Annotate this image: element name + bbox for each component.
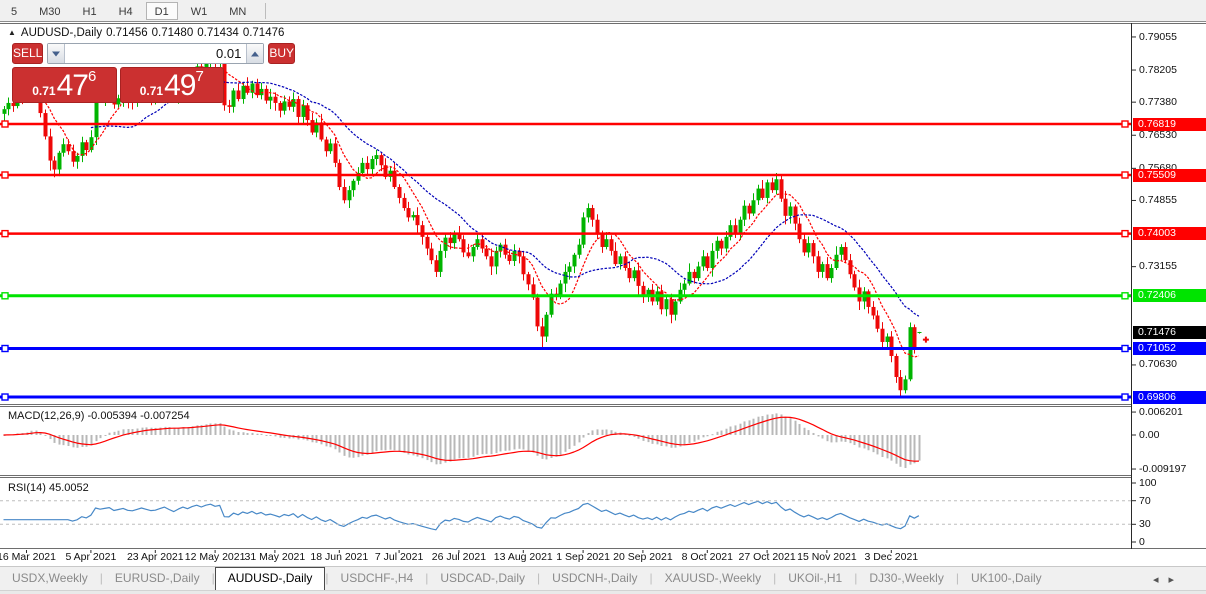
price-line-label: 0.72406 (1133, 289, 1206, 303)
chart-tab-bar: USDX,Weekly | EURUSD-,Daily | AUDUSD-,Daily |… (0, 566, 1206, 590)
price-tick: 0.70630 (1139, 358, 1177, 371)
chart-title: ▲ AUDUSD-,Daily 0.71456 0.71480 0.71434 0.714… (8, 27, 284, 39)
status-strip (0, 590, 1206, 594)
rsi-layer (3, 500, 920, 531)
sell-price-big: 47 (56, 69, 89, 102)
chevron-down-icon (52, 51, 61, 56)
rsi-label: RSI(14) 45.0052 (8, 482, 89, 494)
price-tick: 0.79055 (1139, 30, 1177, 43)
price-line-label: 0.75509 (1133, 168, 1206, 182)
buy-button[interactable]: BUY (268, 43, 296, 64)
rsi-tick: 0 (1139, 536, 1145, 548)
macd-tick: 0.006201 (1139, 406, 1183, 419)
line-handle[interactable] (1, 171, 9, 179)
mt4-window: 5 M30 H1 H4 D1 W1 MN ▲ AUDUSD-,Daily 0.71456 0.71… (0, 0, 1206, 594)
macd-signal-value: -0.007254 (140, 410, 190, 422)
date-label: 16 Mar 2021 (0, 551, 56, 563)
tab-xauusd-weekly[interactable]: XAUUSD-,Weekly (653, 567, 773, 590)
collapse-arrow-icon[interactable]: ▲ (8, 28, 16, 37)
buy-price-pip: 7 (195, 68, 204, 85)
line-handle[interactable] (1121, 292, 1129, 300)
line-handle[interactable] (1121, 229, 1129, 238)
line-handle[interactable] (1, 229, 9, 238)
line-handle[interactable] (1, 292, 9, 300)
timeframe-button-5[interactable]: 5 (2, 2, 26, 20)
price-tick: 0.74855 (1139, 194, 1177, 206)
price-tick: 0.78205 (1139, 63, 1177, 76)
macd-tick: 0.00 (1139, 429, 1160, 441)
timeframe-button-H4[interactable]: H4 (110, 2, 142, 20)
tab-scroll-left-button[interactable]: ◂ (1153, 573, 1159, 586)
price-tick: 0.73155 (1139, 260, 1177, 273)
date-label: 26 Jul 2021 (431, 551, 487, 563)
sell-quote-button[interactable]: 0.71 47 6 (12, 67, 117, 103)
macd-main-value: -0.005394 (87, 410, 138, 422)
toolbar-separator (265, 2, 267, 19)
rsi-tick: 70 (1139, 494, 1151, 507)
lot-increase-button[interactable] (246, 44, 264, 63)
line-handle[interactable] (1, 344, 9, 353)
sell-price-pip: 6 (87, 68, 97, 85)
ohlc-close: 0.71476 (242, 27, 285, 39)
ohlc-high: 0.71480 (151, 27, 194, 39)
date-label: 3 Dec 2021 (864, 551, 919, 563)
current-price-label: 0.71476 (1133, 325, 1206, 339)
horizontal-lines (0, 120, 1131, 401)
macd-label: MACD(12,26,9) -0.005394 -0.007254 (8, 410, 190, 422)
tab-usdcad-daily[interactable]: USDCAD-,Daily (428, 567, 537, 590)
tab-scroll-right-button[interactable]: ▸ (1168, 573, 1174, 586)
timeframe-button-W1[interactable]: W1 (182, 2, 217, 20)
macd-tick: -0.009197 (1139, 463, 1187, 475)
date-label: 20 Sep 2021 (613, 551, 673, 563)
date-label: 5 Apr 2021 (65, 551, 117, 563)
buy-quote-button[interactable]: 0.71 49 7 (119, 67, 224, 103)
price-line-label: 0.74003 (1133, 227, 1206, 241)
timeframe-button-D1[interactable]: D1 (145, 1, 178, 20)
candles-layer (2, 51, 929, 397)
buy-price-big: 49 (164, 69, 196, 102)
price-line-label: 0.71052 (1133, 342, 1206, 355)
timeframe-button-H1[interactable]: H1 (74, 2, 106, 20)
ohlc-low: 0.71434 (197, 27, 239, 39)
line-handle[interactable] (1, 120, 9, 128)
price-tick: 0.77380 (1139, 95, 1177, 108)
chart-symbol-period: AUDUSD-,Daily (20, 27, 103, 39)
tab-usdx-weekly[interactable]: USDX,Weekly (0, 567, 100, 590)
tab-uk100-daily[interactable]: UK100-,Daily (959, 567, 1054, 590)
sell-button[interactable]: SELL (12, 43, 44, 64)
tab-ukoil-h1[interactable]: UKOil-,H1 (776, 567, 854, 590)
buy-price-prefix: 0.71 (139, 84, 164, 98)
line-handle[interactable] (1121, 171, 1129, 179)
timeframe-button-M30[interactable]: M30 (30, 2, 69, 20)
price-line-label: 0.69806 (1133, 390, 1206, 404)
tab-usdchf-h4[interactable]: USDCHF-,H4 (329, 567, 426, 590)
ohlc-open: 0.71456 (106, 27, 148, 39)
lot-decrease-button[interactable] (48, 44, 66, 63)
date-label: 31 May 2021 (244, 551, 306, 563)
timeframe-button-MN[interactable]: MN (220, 2, 255, 20)
tab-usdcnh-daily[interactable]: USDCNH-,Daily (540, 567, 649, 590)
line-handle[interactable] (1121, 120, 1129, 128)
rsi-tick: 100 (1139, 477, 1157, 489)
sell-price-prefix: 0.71 (32, 84, 56, 98)
lot-size-stepper (47, 43, 265, 64)
line-handle[interactable] (1121, 393, 1129, 401)
one-click-trading-panel: SELL BUY 0.71476 0.71497 (12, 43, 296, 103)
chevron-up-icon (251, 51, 260, 56)
tab-dj30-weekly[interactable]: DJ30-,Weekly (857, 567, 955, 590)
line-handle[interactable] (1, 393, 9, 401)
timeframe-toolbar: 5 M30 H1 H4 D1 W1 MN (0, 0, 1206, 22)
tab-audusd-daily[interactable]: AUDUSD-,Daily (214, 567, 326, 590)
line-handle[interactable] (1121, 344, 1129, 353)
price-line-label: 0.76819 (1133, 117, 1206, 131)
tab-eurusd-daily[interactable]: EURUSD-,Daily (103, 567, 212, 590)
rsi-tick: 30 (1139, 518, 1151, 531)
date-label: 15 Nov 2021 (797, 551, 857, 563)
price-tick: 0.76530 (1139, 128, 1177, 141)
rsi-value: 45.0052 (48, 482, 89, 494)
lot-size-input[interactable] (65, 44, 247, 63)
